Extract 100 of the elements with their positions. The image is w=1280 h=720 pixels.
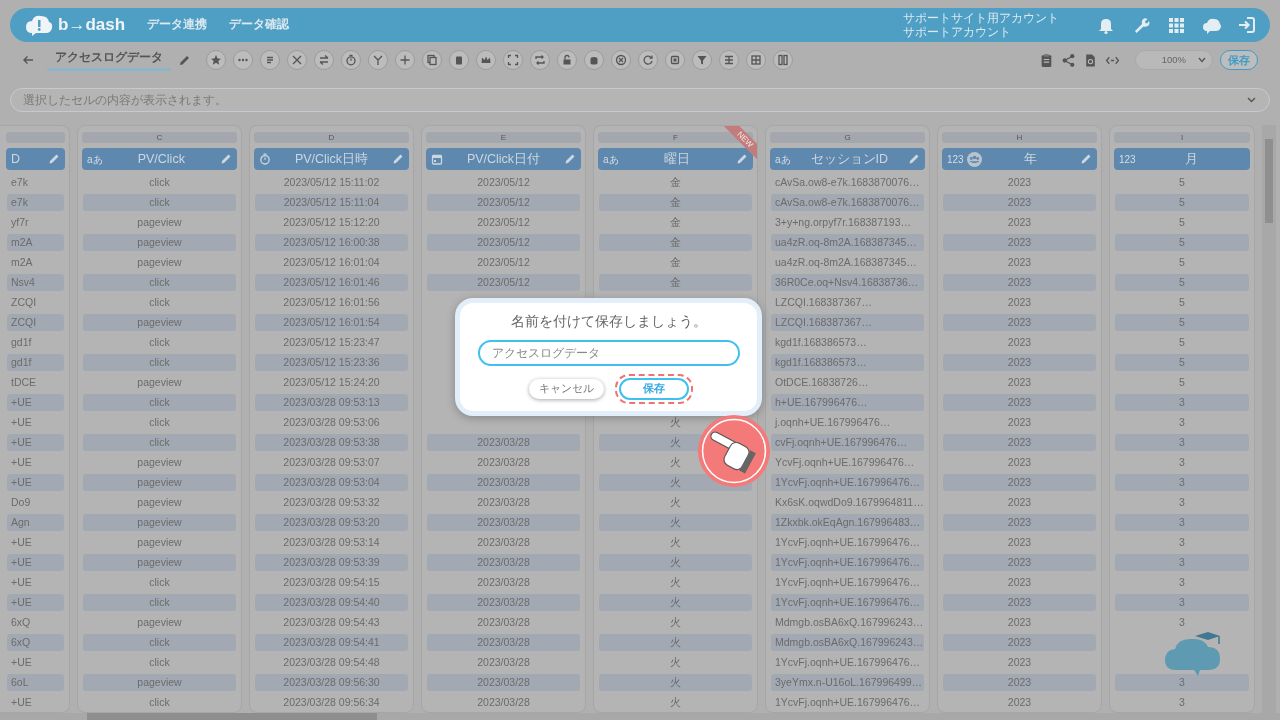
edit-icon[interactable] — [48, 153, 60, 165]
edit-icon[interactable] — [220, 153, 232, 165]
cancel-circle-button[interactable] — [611, 50, 631, 70]
filter-button[interactable] — [692, 50, 712, 70]
edit-icon[interactable] — [736, 153, 748, 165]
save-button[interactable]: 保存 — [1220, 50, 1258, 70]
lock-button[interactable] — [557, 50, 577, 70]
save-button[interactable]: 保存 — [618, 378, 689, 400]
edit-icon[interactable] — [1080, 153, 1092, 165]
table-cell: 2023 — [943, 593, 1096, 611]
nav-link[interactable]: データ連携 — [147, 16, 208, 34]
table-cell: 2023 — [943, 633, 1096, 651]
column-letter: H — [942, 132, 1097, 143]
table-cell: 2023/05/12 15:11:04 — [255, 193, 408, 211]
cancel-circle-icon — [615, 54, 627, 66]
table-cell: ua4zR.oq-8m2A.168387345… — [771, 233, 924, 251]
table-cell: 2023/05/12 — [427, 193, 580, 211]
column-header[interactable]: aあ 曜日 — [598, 148, 753, 170]
list-button[interactable] — [260, 50, 280, 70]
plus-icon — [399, 54, 411, 66]
table-button[interactable] — [719, 50, 739, 70]
column-header[interactable]: D — [6, 148, 65, 170]
table-cell-text: 2023/03/28 09:53:07 — [282, 454, 381, 470]
table-cell: LZCQI.168387367… — [771, 313, 924, 331]
table-cell-text: 3 — [1178, 414, 1186, 430]
table-cell-text: 3 — [1178, 614, 1186, 630]
back-arrow-icon[interactable] — [22, 54, 34, 66]
file-refresh-icon[interactable] — [1083, 52, 1098, 68]
table-cell-text: 2023 — [1006, 294, 1033, 310]
copy-button[interactable] — [422, 50, 442, 70]
horizontal-scrollbar[interactable] — [0, 713, 1280, 720]
table-cell: pageview — [83, 473, 236, 491]
table-cell-text: 2023/03/28 09:53:32 — [282, 494, 381, 510]
document-title[interactable]: アクセスログデータ — [47, 49, 171, 71]
edit-icon[interactable] — [178, 53, 191, 67]
column-header[interactable]: PV/Click日付 — [426, 148, 581, 170]
chevron-icon[interactable] — [1247, 97, 1256, 103]
table-cell: 2023 — [943, 433, 1096, 451]
plus-button[interactable] — [395, 50, 415, 70]
apps-grid-icon[interactable] — [1167, 15, 1186, 35]
table-cell: 2023/05/12 16:01:46 — [255, 273, 408, 291]
table-cell-text: 2023 — [1006, 334, 1033, 350]
table-cell-text: 2023 — [1006, 454, 1033, 470]
column-header[interactable]: 123 月 — [1114, 148, 1250, 170]
more-button[interactable] — [233, 50, 253, 70]
table-cell-text: 火 — [669, 494, 682, 510]
arrows-button[interactable] — [314, 50, 334, 70]
table-cell-text: 2023 — [1006, 654, 1033, 670]
column-header[interactable]: aあ セッションID — [770, 148, 925, 170]
table-cell: pageview — [83, 233, 236, 251]
logout-icon[interactable] — [1237, 15, 1256, 35]
table-cell-text: 火 — [669, 654, 682, 670]
table-cell: 火 — [599, 633, 752, 651]
crown-button[interactable] — [476, 50, 496, 70]
column-header[interactable]: PV/Click日時 — [254, 148, 409, 170]
cancel-button[interactable]: キャンセル — [529, 379, 604, 399]
table-cell: 2023/03/28 09:53:39 — [255, 553, 408, 571]
table-cell: 2023 — [943, 193, 1096, 211]
table-cell-text: 3 — [1178, 454, 1186, 470]
table-cell-text: +UE — [10, 414, 33, 430]
column-header[interactable]: 123 年 — [942, 148, 1097, 170]
edit-icon[interactable] — [392, 153, 404, 165]
refresh-button[interactable] — [638, 50, 658, 70]
square-button[interactable] — [665, 50, 685, 70]
table-cell-text: 2023/05/12 16:01:56 — [282, 294, 381, 310]
edit-icon[interactable] — [908, 153, 920, 165]
columns-button[interactable] — [773, 50, 793, 70]
table-cell: click — [83, 633, 236, 651]
vertical-scrollbar[interactable] — [1262, 125, 1276, 713]
table-cell-text: 2023/05/12 — [476, 254, 531, 270]
nav-link[interactable]: データ確認 — [229, 16, 290, 34]
grid-button[interactable] — [746, 50, 766, 70]
table-cell-text: 1YcvFj.oqnh+UE.167996476… — [774, 654, 922, 670]
share-icon[interactable] — [1061, 52, 1076, 68]
timer-button[interactable] — [341, 50, 361, 70]
columns-icon — [777, 54, 789, 66]
table-cell: 2023 — [943, 273, 1096, 291]
table-cell: 6oL — [7, 673, 64, 691]
table-cell: 3 — [1115, 473, 1249, 491]
table-cell-text: 火 — [669, 414, 682, 430]
wrench-icon[interactable] — [1132, 15, 1151, 35]
expand-button[interactable] — [503, 50, 523, 70]
repeat-button[interactable] — [530, 50, 550, 70]
table-cell-text: 2023 — [1006, 254, 1033, 270]
table-cell: 2023/03/28 09:53:04 — [255, 473, 408, 491]
clipboard-icon[interactable] — [1039, 52, 1054, 68]
edit-icon[interactable] — [564, 153, 576, 165]
star-button[interactable] — [206, 50, 226, 70]
table-cell-text: click — [148, 654, 171, 670]
branch-button[interactable] — [368, 50, 388, 70]
account-name: サポートサイト用アカウント — [903, 11, 1059, 25]
table-cell: 2023/05/12 16:00:38 — [255, 233, 408, 251]
table-cell: click — [83, 433, 236, 451]
table-cell-text: 火 — [669, 694, 682, 710]
name-input-field[interactable]: アクセスログデータ — [477, 340, 740, 367]
type-label: aあ — [775, 152, 791, 167]
table-cell-text: 2023 — [1006, 174, 1033, 190]
zoom-select[interactable]: 100% — [1135, 50, 1213, 70]
column-header[interactable]: aあ PV/Click — [82, 148, 237, 170]
table-cell-text: 6xQ — [10, 614, 32, 630]
